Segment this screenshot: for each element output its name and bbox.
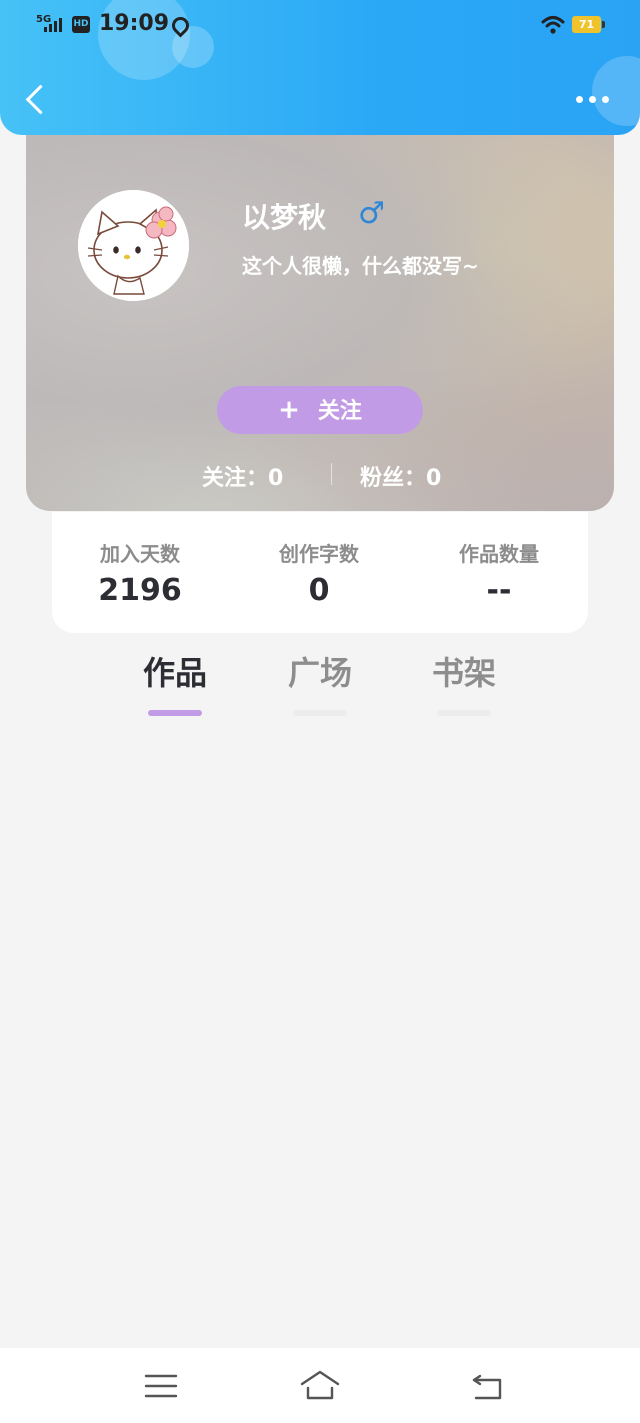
back-icon[interactable] xyxy=(468,1366,508,1406)
menu-icon[interactable] xyxy=(142,1366,182,1406)
status-bar: 5G HD 19:09 71 xyxy=(0,0,640,52)
following-count[interactable]: 关注：0 xyxy=(202,460,283,492)
tab-bar: 作品 广场 书架 xyxy=(0,648,640,718)
follow-button[interactable]: + 关注 xyxy=(217,386,423,434)
avatar[interactable] xyxy=(78,190,189,301)
tab-label: 广场 xyxy=(287,654,352,692)
hello-kitty-avatar-icon xyxy=(78,190,189,301)
fans-count[interactable]: 粉丝：0 xyxy=(360,460,441,492)
tab-square[interactable]: 广场 xyxy=(260,648,380,716)
divider xyxy=(331,463,332,485)
stats-card: 加入天数 2196 创作字数 0 作品数量 -- xyxy=(52,512,588,633)
more-button[interactable] xyxy=(576,96,612,106)
stat-label: 作品数量 xyxy=(459,542,539,566)
header: 5G HD 19:09 71 xyxy=(0,0,640,135)
clock: 19:09 xyxy=(99,11,170,36)
tab-indicator xyxy=(437,710,491,716)
male-icon: ♂ xyxy=(358,196,385,231)
works-list xyxy=(0,720,640,1340)
profile-page: 5G HD 19:09 71 以梦秋 ♂ 这个人很懒，什么都没写~ + 关注 关… xyxy=(0,0,640,1423)
tab-indicator xyxy=(148,710,202,716)
tab-label: 书架 xyxy=(431,654,496,692)
stat-label: 创作字数 xyxy=(279,542,359,566)
bio-text: 这个人很懒，什么都没写~ xyxy=(242,254,479,278)
stat-value: 0 xyxy=(308,573,330,608)
profile-card: 以梦秋 ♂ 这个人很懒，什么都没写~ + 关注 关注：0 粉丝：0 xyxy=(26,110,614,511)
more-dots-icon xyxy=(576,96,583,103)
tab-bookshelf[interactable]: 书架 xyxy=(404,648,524,716)
stat-value: -- xyxy=(486,573,512,608)
stat-word-count: 创作字数 0 xyxy=(239,538,399,608)
home-icon[interactable] xyxy=(300,1366,340,1406)
stat-label: 加入天数 xyxy=(100,542,180,566)
tab-label: 作品 xyxy=(142,654,207,692)
wifi-icon xyxy=(541,16,565,34)
battery-icon: 71 xyxy=(572,16,605,33)
hd-badge: HD xyxy=(72,16,90,33)
follow-button-label: 关注 xyxy=(317,399,362,424)
stat-works-count: 作品数量 -- xyxy=(419,538,579,608)
leaf-icon xyxy=(168,13,193,38)
tab-works[interactable]: 作品 xyxy=(115,648,235,716)
back-button[interactable] xyxy=(26,86,46,116)
follow-counts: 关注：0 粉丝：0 xyxy=(26,460,614,492)
stat-join-days: 加入天数 2196 xyxy=(60,538,220,608)
plus-icon: + xyxy=(278,395,300,425)
decor-bubble xyxy=(592,56,640,126)
username: 以梦秋 xyxy=(242,201,327,234)
tab-indicator xyxy=(293,710,347,716)
system-nav-bar xyxy=(0,1348,640,1423)
stat-value: 2196 xyxy=(98,573,182,608)
signal-icon: 5G xyxy=(36,14,66,36)
